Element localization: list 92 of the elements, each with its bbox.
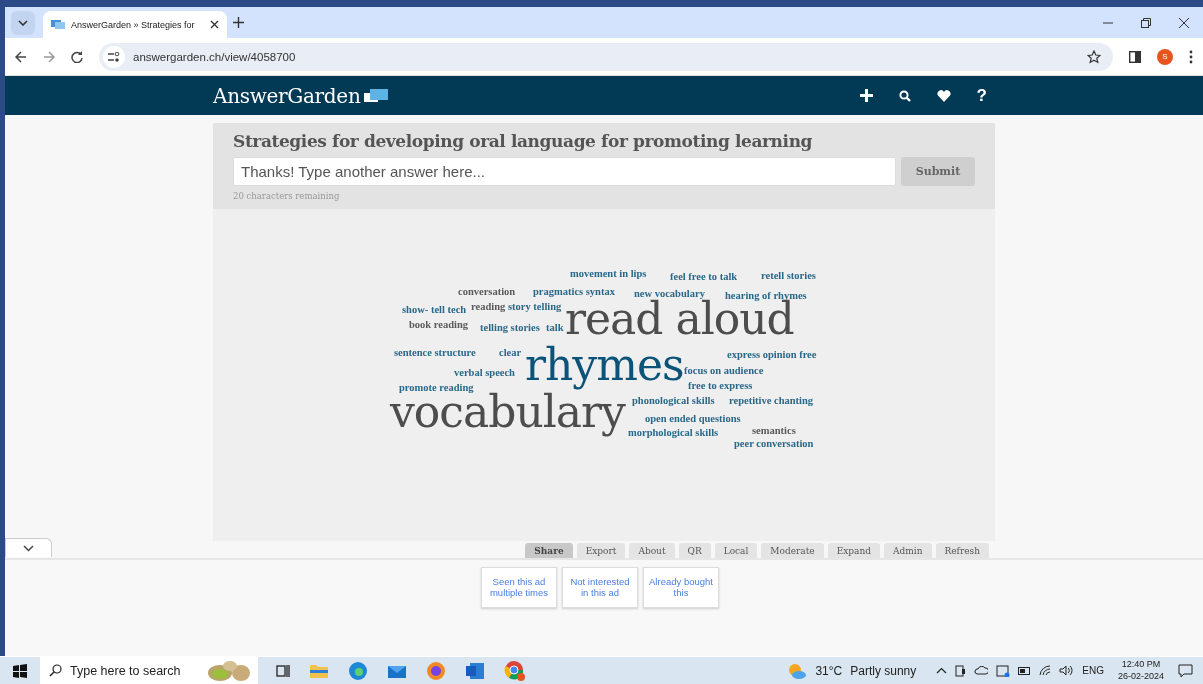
cloud-word[interactable]: feel free to talk bbox=[670, 272, 738, 283]
cloud-word[interactable]: story telling bbox=[508, 302, 562, 313]
speaker-icon[interactable] bbox=[1059, 665, 1075, 676]
cloud-word[interactable]: clear bbox=[499, 348, 522, 359]
restore-icon[interactable] bbox=[1141, 17, 1151, 28]
search-placeholder: Type here to search bbox=[70, 663, 182, 678]
more-menu-icon[interactable] bbox=[1189, 49, 1193, 64]
address-bar[interactable]: answergarden.ch/view/4058700 bbox=[99, 42, 1113, 71]
cloud-word[interactable]: focus on audience bbox=[684, 366, 764, 377]
temperature[interactable]: 31°C bbox=[815, 663, 843, 678]
star-icon[interactable] bbox=[1087, 49, 1101, 64]
tab[interactable]: Expand bbox=[827, 543, 881, 558]
round-browser-icon[interactable] bbox=[504, 659, 526, 682]
tab[interactable]: Share bbox=[525, 543, 573, 558]
meeting-icon[interactable] bbox=[996, 664, 1011, 677]
cloud-icon[interactable] bbox=[974, 666, 989, 675]
phone-link-icon[interactable] bbox=[955, 664, 967, 677]
chevron-down-icon bbox=[23, 544, 34, 552]
tab[interactable]: QR bbox=[678, 543, 711, 558]
forward-arrow-icon[interactable] bbox=[43, 50, 55, 63]
plus-icon[interactable] bbox=[233, 17, 244, 28]
fox-browser-icon[interactable] bbox=[426, 660, 446, 681]
cloud-word[interactable]: phonological skills bbox=[632, 396, 715, 407]
cloud-word[interactable]: sentence structure bbox=[394, 348, 476, 359]
heart-icon[interactable] bbox=[936, 89, 951, 102]
ad-feedback-button[interactable]: Already bought this bbox=[643, 567, 719, 608]
tab[interactable]: Admin bbox=[884, 543, 932, 558]
cloud-word[interactable]: repetitive chanting bbox=[729, 396, 814, 407]
nuts-drawing bbox=[206, 659, 252, 682]
cloud-word[interactable]: movement in lips bbox=[570, 269, 647, 280]
document-app-icon[interactable] bbox=[465, 661, 485, 680]
tab[interactable]: Export bbox=[576, 543, 626, 558]
close-icon[interactable] bbox=[210, 20, 219, 29]
back-arrow-icon[interactable] bbox=[15, 50, 27, 63]
cloud-word[interactable]: semantics bbox=[752, 426, 796, 437]
speech-bubbles-icon bbox=[364, 88, 389, 103]
cloud-word[interactable]: telling stories bbox=[480, 323, 540, 334]
language-indicator[interactable]: ENG bbox=[1082, 665, 1104, 676]
cloud-word[interactable]: show- tell tech bbox=[402, 305, 467, 316]
cloud-word[interactable]: promote reading bbox=[399, 383, 474, 394]
task-view-icon[interactable] bbox=[276, 663, 290, 678]
cloud-word[interactable]: verbal speech bbox=[454, 368, 515, 379]
ad-feedback-button[interactable]: Seen this ad multiple times bbox=[481, 567, 557, 608]
cloud-word[interactable]: book reading bbox=[409, 320, 469, 331]
speech-bubbles-icon bbox=[51, 18, 65, 31]
taskbar-search-field[interactable]: Type here to search bbox=[40, 657, 258, 684]
cloud-word[interactable]: express opinion free bbox=[727, 350, 817, 361]
browser-swirl-icon[interactable] bbox=[348, 660, 368, 681]
reload-icon[interactable] bbox=[71, 50, 83, 63]
profile-avatar[interactable]: S bbox=[1157, 48, 1173, 65]
chevron-up-icon[interactable] bbox=[936, 667, 948, 674]
battery-icon[interactable] bbox=[1018, 666, 1032, 675]
cloud-word[interactable]: morphological skills bbox=[628, 428, 719, 439]
search-icon[interactable] bbox=[898, 89, 911, 102]
notification-icon[interactable] bbox=[1178, 663, 1193, 678]
tab[interactable]: Local bbox=[714, 543, 758, 558]
cloud-word[interactable]: peer conversation bbox=[734, 439, 814, 450]
search-icon bbox=[49, 664, 62, 677]
cloud-word[interactable]: pragmatics syntax bbox=[533, 287, 615, 298]
site-logo[interactable]: AnswerGarden bbox=[213, 83, 361, 108]
characters-remaining: 20 characters remaining bbox=[233, 191, 341, 201]
help-button[interactable]: ? bbox=[976, 85, 987, 106]
tab[interactable]: About bbox=[629, 543, 675, 558]
clock-date: 26-02-2024 bbox=[1117, 670, 1164, 682]
cloud-word[interactable]: free to express bbox=[688, 381, 753, 392]
cloud-word[interactable]: retell stories bbox=[761, 271, 816, 282]
cloud-word[interactable]: new vocabulary bbox=[634, 289, 705, 300]
tab[interactable]: Refresh bbox=[935, 543, 989, 558]
clock-time: 12:40 PM bbox=[1121, 659, 1161, 671]
chevron-down-icon bbox=[18, 19, 28, 26]
clock[interactable]: 12:40 PM 26-02-2024 bbox=[1117, 659, 1164, 682]
cloud-word[interactable]: conversation bbox=[458, 287, 516, 298]
close-icon[interactable] bbox=[1179, 17, 1189, 28]
weather-text[interactable]: Partly sunny bbox=[850, 663, 917, 678]
ad-feedback-button[interactable]: Not interested in this ad bbox=[562, 567, 638, 608]
side-panel-icon[interactable] bbox=[1129, 50, 1141, 63]
cloud-word[interactable]: open ended questions bbox=[645, 414, 741, 425]
cloud-word[interactable]: talk bbox=[546, 323, 564, 334]
site-settings-icon[interactable] bbox=[108, 51, 120, 62]
tab-title: AnswerGarden » Strategies for bbox=[71, 19, 196, 30]
tab[interactable]: Moderate bbox=[761, 543, 824, 558]
wifi-icon[interactable] bbox=[1039, 665, 1052, 676]
folder-icon[interactable] bbox=[309, 662, 329, 679]
tab-list-button[interactable] bbox=[11, 10, 35, 35]
browser-tab[interactable]: AnswerGarden » Strategies for bbox=[43, 11, 227, 38]
collapse-tab[interactable] bbox=[5, 538, 52, 557]
windows-logo-icon[interactable] bbox=[13, 663, 27, 678]
answer-field[interactable]: Thanks! Type another answer here... bbox=[233, 157, 896, 186]
question-title: Strategies for developing oral language for promoting learning bbox=[233, 131, 814, 151]
submit-button[interactable]: Submit bbox=[901, 157, 975, 186]
url-text: answergarden.ch/view/4058700 bbox=[133, 50, 297, 63]
cloud-word[interactable]: reading bbox=[471, 302, 506, 313]
